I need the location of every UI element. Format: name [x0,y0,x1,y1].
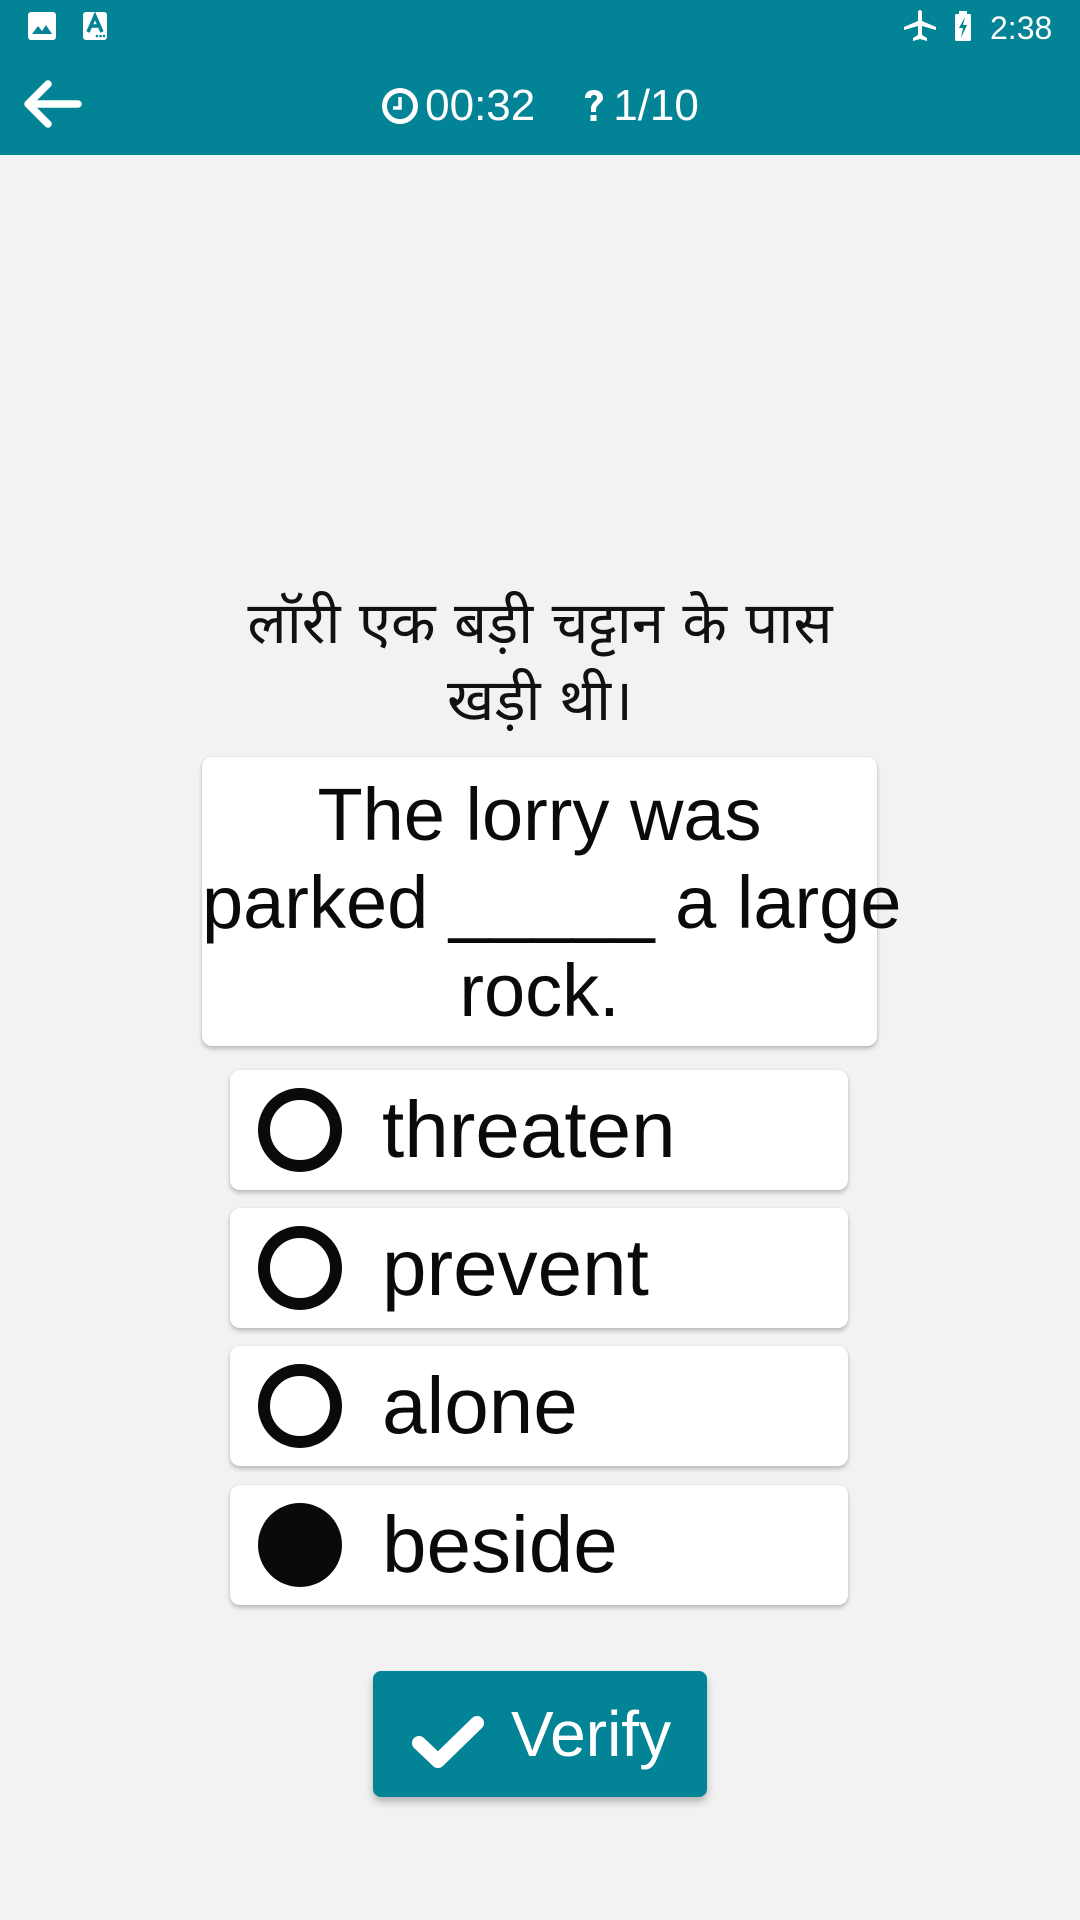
source-sentence-line: लॉरी एक बड़ी चट्टान के पास [247,589,833,657]
clock-icon [382,88,419,124]
checkmark-icon [412,1716,484,1768]
source-sentence-line: खड़ी थी। [447,666,633,734]
app-bar: 2:38 00:32 1/10 [0,0,1080,155]
quiz-stats: 00:32 1/10 [0,80,1080,132]
timer: 00:32 [381,80,535,132]
text-input-notification-icon [83,12,107,40]
answer-option-label: prevent [382,1223,649,1312]
progress-value: 1/10 [613,81,699,130]
radio-button[interactable] [258,1503,342,1587]
answer-option[interactable]: threaten [230,1070,848,1190]
question-progress: 1/10 [581,80,699,132]
question-line: rock. [459,949,620,1032]
timer-value: 00:32 [425,81,536,130]
question-line: parked _____ a large [202,861,902,944]
source-sentence: लॉरी एक बड़ी चट्टान के पास खड़ी थी। [150,585,930,739]
status-bar-time: 2:38 [990,10,1053,46]
answer-option[interactable]: beside [230,1485,848,1605]
radio-button[interactable] [258,1364,342,1448]
verify-button-label: Verify [511,1698,672,1770]
radio-button[interactable] [258,1088,342,1172]
answer-option-label: beside [382,1500,618,1589]
answer-option[interactable]: prevent [230,1208,848,1328]
radio-button[interactable] [258,1226,342,1310]
verify-button[interactable]: Verify [373,1671,707,1797]
question-card: The lorry was parked _____ a large rock. [202,757,902,1046]
image-notification-icon [28,12,56,40]
answer-option-label: threaten [382,1085,676,1174]
question-line: The lorry was [317,773,762,856]
airplane-mode-icon [904,10,936,41]
question-mark-icon [585,90,604,121]
question-sentence: The lorry was parked _____ a large rock. [202,771,902,1035]
battery-charging-icon [955,11,971,41]
answer-option-label: alone [382,1361,578,1450]
answer-option[interactable]: alone [230,1346,848,1466]
